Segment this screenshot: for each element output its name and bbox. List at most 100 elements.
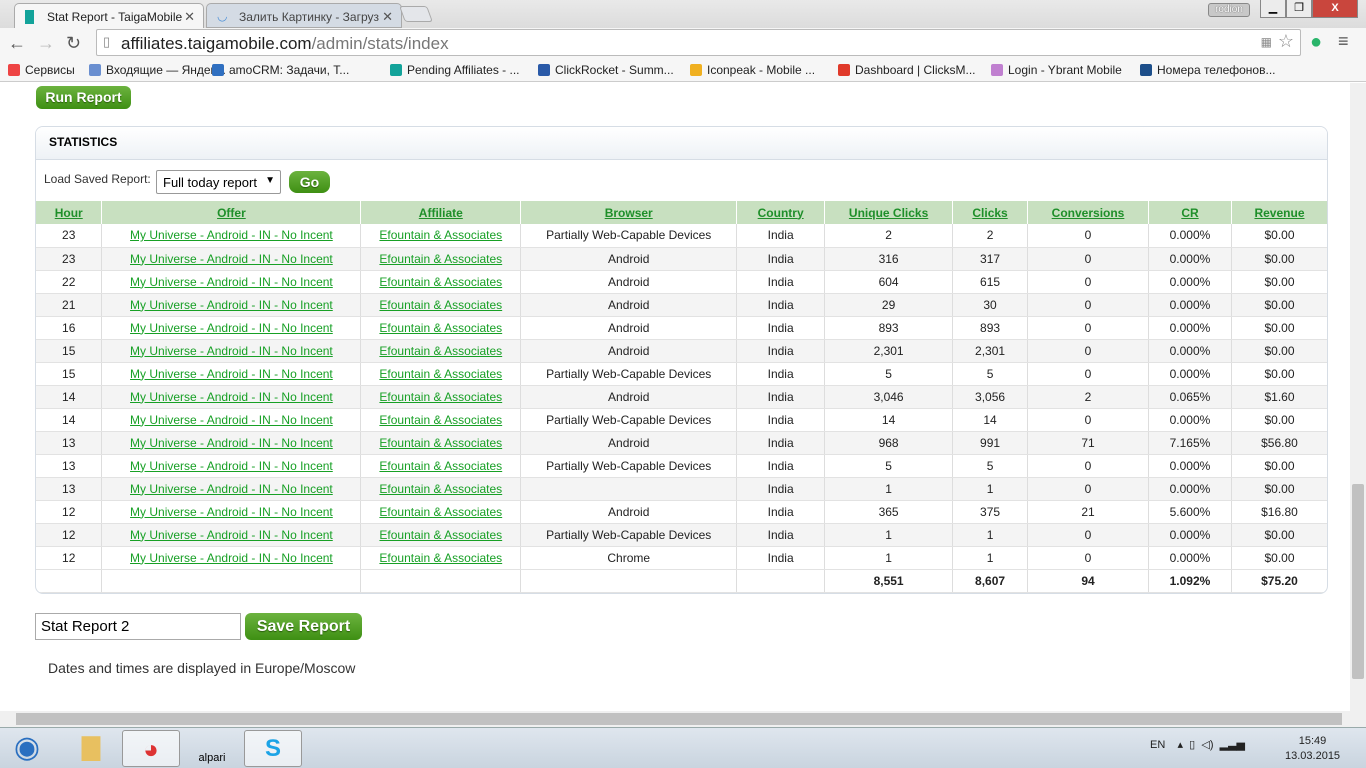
- table-cell: 604: [824, 270, 954, 294]
- back-icon[interactable]: ←: [8, 33, 26, 54]
- skype-icon[interactable]: S: [244, 730, 302, 767]
- affiliate-link[interactable]: Efountain & Associates: [379, 551, 502, 565]
- run-report-button[interactable]: Run Report: [36, 86, 131, 109]
- table-cell: 0.000%: [1148, 247, 1232, 271]
- offer-link[interactable]: My Universe - Android - IN - No Incent: [130, 298, 333, 312]
- volume-icon[interactable]: ◁): [1201, 739, 1213, 751]
- offer-link[interactable]: My Universe - Android - IN - No Incent: [130, 252, 333, 266]
- bookmark-item[interactable]: ClickRocket - Summ...: [538, 63, 674, 77]
- save-report-button[interactable]: Save Report: [245, 613, 362, 640]
- offer-link[interactable]: My Universe - Android - IN - No Incent: [130, 436, 333, 450]
- table-cell: 3,056: [952, 385, 1029, 409]
- bookmark-item[interactable]: Pending Affiliates - ...: [390, 63, 520, 77]
- affiliate-link[interactable]: Efountain & Associates: [379, 528, 502, 542]
- tab-upload-image[interactable]: ◡ Залить Картинку - Загруз ✕: [206, 3, 402, 28]
- system-tray: EN ▴ ▯ ◁) ▂▃▅: [1150, 738, 1245, 751]
- bookmark-star-icon[interactable]: ☆: [1278, 31, 1294, 52]
- affiliate-link[interactable]: Efountain & Associates: [379, 275, 502, 289]
- affiliate-link[interactable]: Efountain & Associates: [379, 367, 502, 381]
- bookmark-item[interactable]: amoCRM: Задачи, Т...: [212, 63, 349, 77]
- affiliate-link[interactable]: Efountain & Associates: [379, 228, 502, 242]
- minimize-button[interactable]: ▁: [1260, 0, 1286, 18]
- extension-icon[interactable]: ●: [1310, 31, 1322, 54]
- bookmark-favicon-icon: [89, 64, 101, 76]
- table-cell: Efountain & Associates: [360, 339, 522, 363]
- close-window-button[interactable]: X: [1312, 0, 1358, 18]
- bookmark-item[interactable]: Входящие — Яндек...: [89, 63, 226, 77]
- sort-link[interactable]: Conversions: [1052, 206, 1125, 220]
- offer-link[interactable]: My Universe - Android - IN - No Incent: [130, 528, 333, 542]
- table-cell: $0.00: [1231, 546, 1327, 570]
- power-icon[interactable]: ▯: [1189, 739, 1195, 751]
- affiliate-link[interactable]: Efountain & Associates: [379, 505, 502, 519]
- sort-link[interactable]: CR: [1181, 206, 1198, 220]
- sort-link[interactable]: Clicks: [972, 206, 1007, 220]
- report-name-input[interactable]: Stat Report 2: [35, 613, 241, 640]
- offer-link[interactable]: My Universe - Android - IN - No Incent: [130, 390, 333, 404]
- alpari-icon[interactable]: alpari: [183, 730, 241, 767]
- offer-link[interactable]: My Universe - Android - IN - No Incent: [130, 459, 333, 473]
- bookmark-item[interactable]: Номера телефонов...: [1140, 63, 1275, 77]
- affiliate-link[interactable]: Efountain & Associates: [379, 252, 502, 266]
- table-cell: Android: [520, 293, 738, 317]
- address-bar[interactable]: ▯ affiliates.taigamobile.com/admin/stats/…: [96, 29, 1301, 56]
- tab-label: Stat Report - TaigaMobile: [47, 10, 183, 24]
- table-cell: My Universe - Android - IN - No Incent: [101, 408, 362, 432]
- explorer-icon[interactable]: ▇: [62, 730, 120, 767]
- bookmark-item[interactable]: Сервисы: [8, 63, 75, 77]
- sort-link[interactable]: Unique Clicks: [849, 206, 928, 220]
- menu-icon[interactable]: ≡: [1338, 31, 1349, 52]
- tab-stat-report[interactable]: Stat Report - TaigaMobile ✕: [14, 3, 204, 28]
- offer-link[interactable]: My Universe - Android - IN - No Incent: [130, 344, 333, 358]
- bookmark-item[interactable]: Iconpeak - Mobile ...: [690, 63, 815, 77]
- close-tab-icon[interactable]: ✕: [184, 9, 195, 25]
- profile-button[interactable]: rodion: [1208, 3, 1250, 17]
- bookmark-item[interactable]: Dashboard | ClicksM...: [838, 63, 976, 77]
- affiliate-link[interactable]: Efountain & Associates: [379, 344, 502, 358]
- sort-link[interactable]: Browser: [605, 206, 653, 220]
- sort-link[interactable]: Country: [758, 206, 804, 220]
- offer-link[interactable]: My Universe - Android - IN - No Incent: [130, 413, 333, 427]
- bookmark-item[interactable]: Login - Ybrant Mobile: [991, 63, 1122, 77]
- go-button[interactable]: Go: [289, 171, 330, 193]
- reload-icon[interactable]: ↻: [66, 33, 81, 54]
- affiliate-link[interactable]: Efountain & Associates: [379, 390, 502, 404]
- offer-link[interactable]: My Universe - Android - IN - No Incent: [130, 275, 333, 289]
- affiliate-link[interactable]: Efountain & Associates: [379, 298, 502, 312]
- new-tab-button[interactable]: [399, 6, 433, 22]
- table-cell: 13: [36, 454, 103, 478]
- affiliate-link[interactable]: Efountain & Associates: [379, 413, 502, 427]
- tray-expand-icon[interactable]: ▴: [1178, 739, 1184, 751]
- start-button[interactable]: ◉: [2, 730, 52, 767]
- horizontal-scroll-thumb[interactable]: [16, 713, 1342, 725]
- offer-link[interactable]: My Universe - Android - IN - No Incent: [130, 551, 333, 565]
- table-cell: 2: [1027, 385, 1149, 409]
- sort-link[interactable]: Affiliate: [419, 206, 463, 220]
- offer-link[interactable]: My Universe - Android - IN - No Incent: [130, 505, 333, 519]
- load-saved-report-label: Load Saved Report:: [44, 172, 151, 186]
- saved-report-select[interactable]: Full today report ▼: [156, 170, 281, 194]
- sort-link[interactable]: Offer: [217, 206, 246, 220]
- network-icon[interactable]: ▂▃▅: [1220, 739, 1245, 751]
- affiliate-link[interactable]: Efountain & Associates: [379, 321, 502, 335]
- affiliate-link[interactable]: Efountain & Associates: [379, 482, 502, 496]
- forward-icon[interactable]: →: [37, 33, 55, 54]
- vertical-scroll-thumb[interactable]: [1352, 484, 1364, 679]
- sort-link[interactable]: Revenue: [1254, 206, 1304, 220]
- affiliate-link[interactable]: Efountain & Associates: [379, 436, 502, 450]
- chrome-icon[interactable]: ◕: [122, 730, 180, 767]
- offer-link[interactable]: My Universe - Android - IN - No Incent: [130, 482, 333, 496]
- translate-icon[interactable]: ▦: [1261, 35, 1272, 49]
- offer-link[interactable]: My Universe - Android - IN - No Incent: [130, 228, 333, 242]
- maximize-button[interactable]: ❐: [1286, 0, 1312, 18]
- offer-link[interactable]: My Universe - Android - IN - No Incent: [130, 321, 333, 335]
- table-cell: $0.00: [1231, 316, 1327, 340]
- sort-link[interactable]: Hour: [55, 206, 83, 220]
- language-indicator[interactable]: EN: [1150, 739, 1165, 751]
- offer-link[interactable]: My Universe - Android - IN - No Incent: [130, 367, 333, 381]
- table-cell: 0: [1027, 270, 1149, 294]
- affiliate-link[interactable]: Efountain & Associates: [379, 459, 502, 473]
- table-cell: 14: [36, 408, 103, 432]
- clock[interactable]: 15:49 13.03.2015: [1285, 734, 1340, 764]
- close-tab-icon[interactable]: ✕: [382, 9, 393, 25]
